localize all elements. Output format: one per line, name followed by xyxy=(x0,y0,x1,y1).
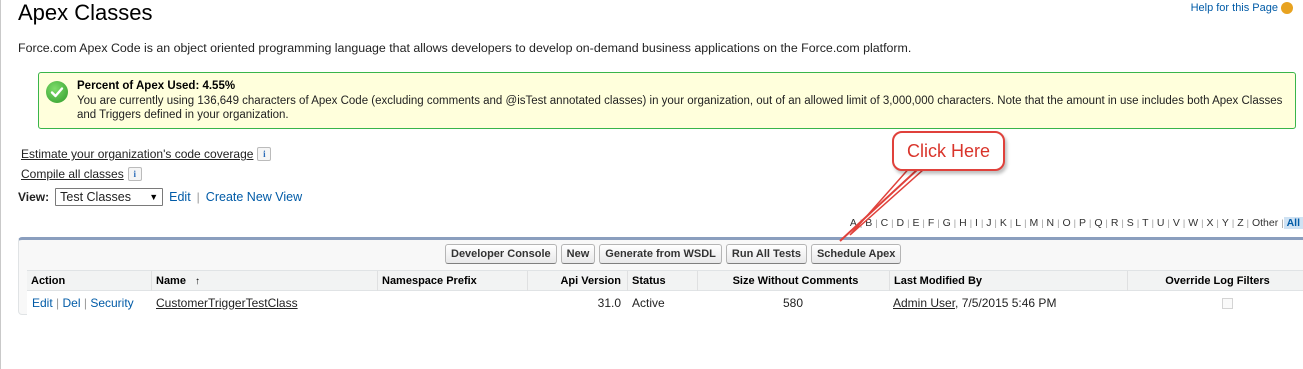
alphabet-filter-s[interactable]: S xyxy=(1124,217,1137,229)
click-here-callout: Click Here xyxy=(892,131,1005,171)
alphabet-filter-q[interactable]: Q xyxy=(1091,217,1105,229)
create-new-view-link[interactable]: Create New View xyxy=(206,190,302,204)
column-header-api-version[interactable]: Api Version xyxy=(527,271,627,291)
view-selector-row: View: Test Classes ▼ Edit | Create New V… xyxy=(18,188,302,206)
apex-usage-message: Percent of Apex Used: 4.55% You are curr… xyxy=(38,72,1296,129)
last-modified-cell: Admin User, 7/5/2015 5:46 PM xyxy=(893,291,1056,315)
alphabet-filter-t[interactable]: T xyxy=(1139,217,1151,229)
view-label: View: xyxy=(18,190,50,204)
help-link[interactable]: Help for this Page xyxy=(1191,2,1293,14)
column-header-action: Action xyxy=(31,275,66,287)
alphabet-filter-u[interactable]: U xyxy=(1154,217,1168,229)
alphabet-filter-v[interactable]: V xyxy=(1170,217,1183,229)
view-select-value: Test Classes xyxy=(60,190,131,204)
modified-by-user-link[interactable]: Admin User xyxy=(893,296,955,310)
alphabet-filter-y[interactable]: Y xyxy=(1219,217,1232,229)
info-icon[interactable]: i xyxy=(127,167,142,181)
alphabet-filter-i[interactable]: I xyxy=(972,217,981,229)
message-title: Percent of Apex Used: 4.55% xyxy=(77,80,236,92)
alphabet-filter-all[interactable]: All xyxy=(1283,217,1303,229)
alphabet-filter-w[interactable]: W xyxy=(1185,217,1201,229)
column-header-size[interactable]: Size Without Comments xyxy=(697,271,889,291)
alphabet-filter-other[interactable]: Other xyxy=(1249,217,1281,229)
arrow-line xyxy=(839,168,919,242)
check-icon xyxy=(46,81,68,103)
annotation-arrow xyxy=(839,165,926,242)
dropdown-arrow-icon: ▼ xyxy=(149,192,159,202)
delete-link[interactable]: Del xyxy=(63,296,81,310)
apex-classes-list: Developer Console New Generate from WSDL… xyxy=(18,237,1303,315)
alphabet-filter-p[interactable]: P xyxy=(1076,217,1089,229)
alphabet-filter-m[interactable]: M xyxy=(1026,217,1041,229)
table-header: Action Name ↑ Namespace Prefix Api Versi… xyxy=(27,270,1303,291)
help-icon xyxy=(1281,2,1293,14)
alphabet-filter-l[interactable]: L xyxy=(1012,217,1024,229)
page-title: Apex Classes xyxy=(18,0,153,25)
column-header-name-label: Name xyxy=(156,275,186,287)
alphabet-filter-x[interactable]: X xyxy=(1203,217,1216,229)
message-body: You are currently using 136,649 characte… xyxy=(77,95,1283,121)
edit-link[interactable]: Edit xyxy=(32,296,53,310)
help-link-label: Help for this Page xyxy=(1190,2,1278,14)
security-link[interactable]: Security xyxy=(90,296,133,310)
schedule-apex-button[interactable]: Schedule Apex xyxy=(810,244,902,264)
run-all-tests-button[interactable]: Run All Tests xyxy=(725,244,807,264)
window-edge xyxy=(0,0,4,369)
table-row: Edit | Del | Security CustomerTriggerTes… xyxy=(27,291,1303,315)
alphabet-filter-j[interactable]: J xyxy=(983,217,994,229)
compile-classes-row: Compile all classes i xyxy=(21,167,142,181)
generate-from-wsdl-button[interactable]: Generate from WSDL xyxy=(599,244,722,264)
status-cell: Active xyxy=(632,296,665,310)
column-header-status[interactable]: Status xyxy=(627,271,697,291)
separator: | xyxy=(56,296,60,310)
view-select[interactable]: Test Classes ▼ xyxy=(55,188,164,206)
alphabet-filter-o[interactable]: O xyxy=(1059,217,1073,229)
alphabet-filter-n[interactable]: N xyxy=(1044,217,1058,229)
edit-view-link[interactable]: Edit xyxy=(169,190,191,204)
column-header-last-modified[interactable]: Last Modified By xyxy=(889,271,1127,291)
separator: | xyxy=(196,190,200,204)
compile-all-classes-link[interactable]: Compile all classes xyxy=(21,167,124,181)
size-cell: 580 xyxy=(782,296,804,310)
callout-pointer xyxy=(849,165,926,236)
row-actions: Edit | Del | Security xyxy=(32,291,134,315)
alphabet-filter-z[interactable]: Z xyxy=(1234,217,1246,229)
modified-date: , 7/5/2015 5:46 PM xyxy=(955,296,1057,310)
developer-console-button[interactable]: Developer Console xyxy=(445,244,557,264)
estimate-coverage-row: Estimate your organization's code covera… xyxy=(21,147,272,161)
column-header-name[interactable]: Name ↑ xyxy=(151,271,377,291)
class-name-link[interactable]: CustomerTriggerTestClass xyxy=(156,291,298,315)
page-description: Force.com Apex Code is an object oriente… xyxy=(18,41,912,55)
estimate-coverage-link[interactable]: Estimate your organization's code covera… xyxy=(21,147,253,161)
new-button[interactable]: New xyxy=(560,244,596,264)
alphabet-filter-r[interactable]: R xyxy=(1108,217,1122,229)
column-header-namespace[interactable]: Namespace Prefix xyxy=(377,271,527,291)
column-header-override-log-filters[interactable]: Override Log Filters xyxy=(1127,271,1303,291)
separator: | xyxy=(83,296,87,310)
override-log-filters-checkbox[interactable] xyxy=(1222,298,1233,309)
alphabet-filter-k[interactable]: K xyxy=(997,217,1010,229)
sort-ascending-icon: ↑ xyxy=(195,276,201,287)
list-toolbar: Developer Console New Generate from WSDL… xyxy=(445,244,902,264)
info-icon[interactable]: i xyxy=(257,147,272,161)
api-version-cell: 31.0 xyxy=(597,296,621,310)
